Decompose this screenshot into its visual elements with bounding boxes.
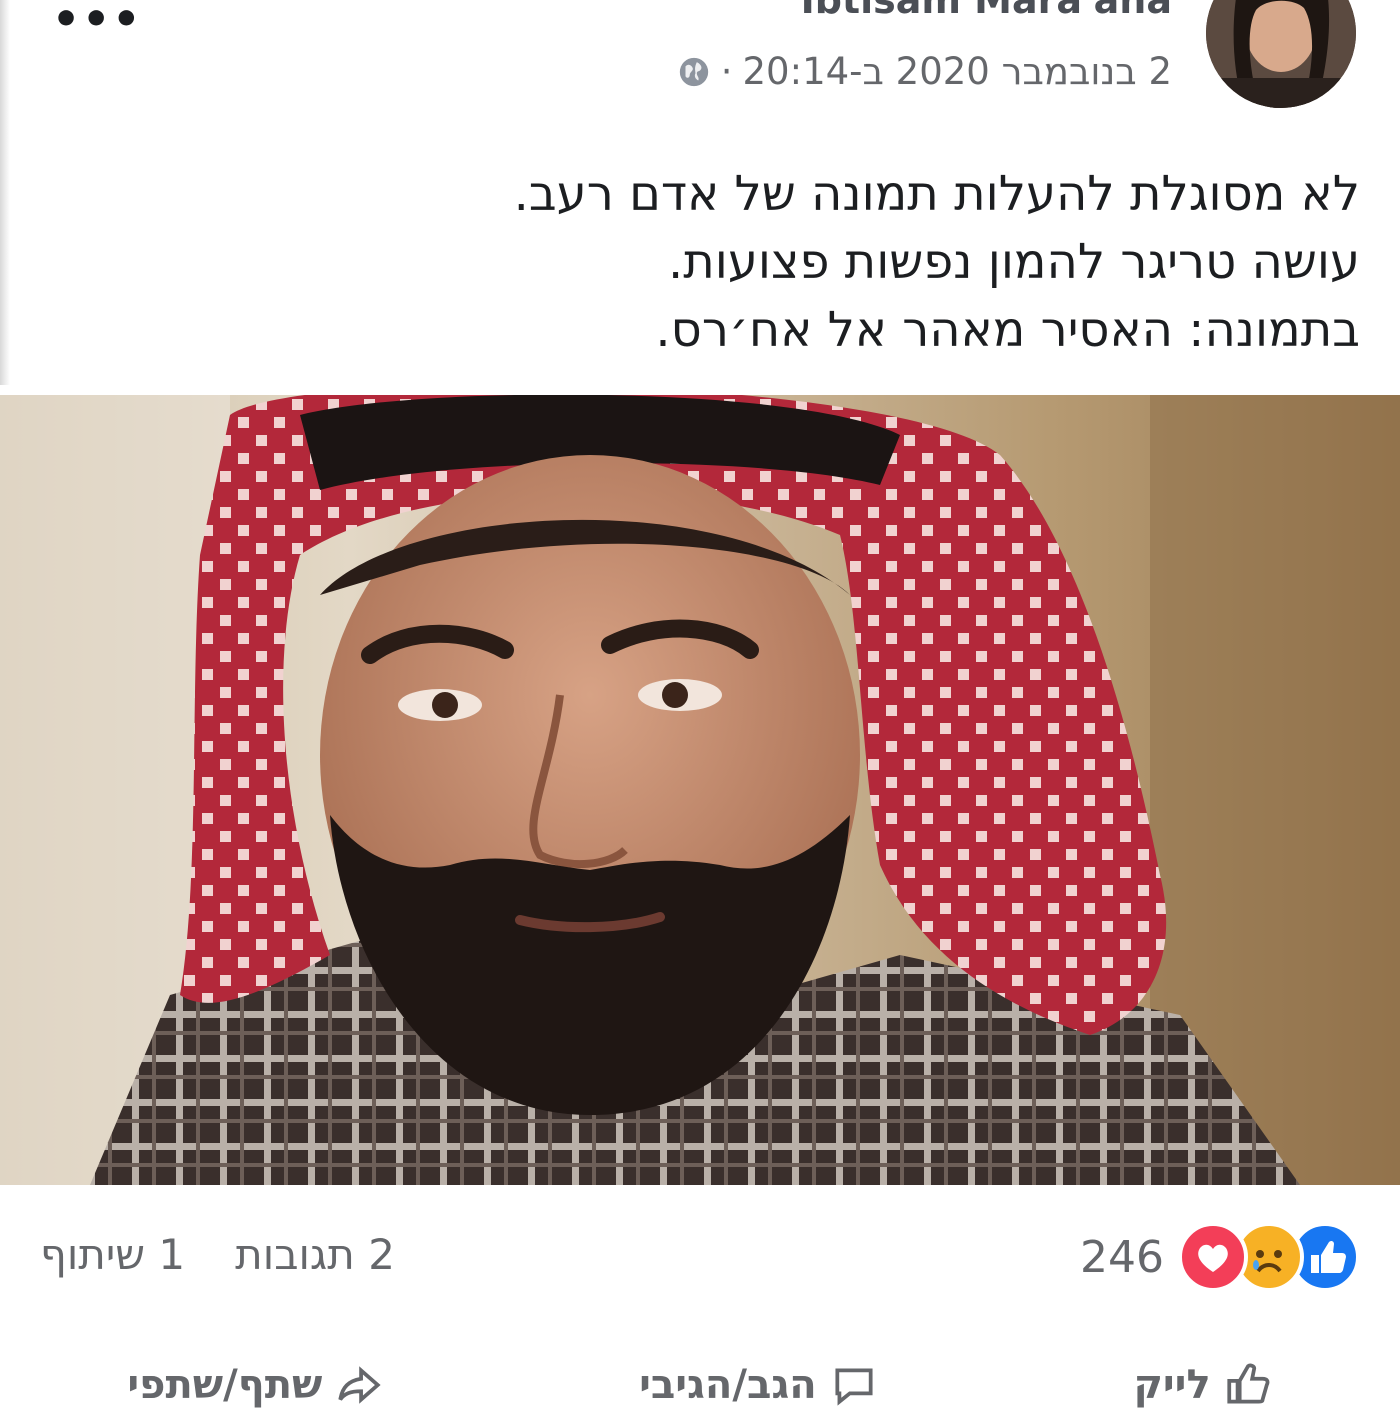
share-button-label: שתף/שתפי	[127, 1362, 323, 1408]
action-bar: לייק הגב/הגיבי שתף/שתפי	[0, 1355, 1400, 1415]
post-text: לא מסוגלת להעלות תמונה של אדם רעב. עושה …	[360, 160, 1360, 364]
engagement-stats: 2 תגובות 1 שיתוף	[40, 1230, 395, 1279]
more-options-button[interactable]: •••	[52, 0, 142, 42]
share-icon	[338, 1366, 381, 1404]
author-name[interactable]: Ibtisam Mara'ana	[801, 0, 1172, 22]
love-icon	[1178, 1222, 1248, 1292]
thumbs-up-icon	[1227, 1363, 1270, 1404]
author-avatar[interactable]	[1206, 0, 1356, 108]
post-text-line: בתמונה: האסיר מאהר אל אח׳רס.	[655, 302, 1360, 358]
comment-icon	[835, 1368, 873, 1406]
left-edge-shadow	[0, 0, 10, 385]
reaction-icons	[1178, 1222, 1360, 1292]
meta-separator: ·	[720, 50, 733, 93]
post-timestamp[interactable]: 2 בנובמבר 2020 ב-20:14	[743, 50, 1172, 93]
comments-count[interactable]: 2 תגובות	[235, 1230, 395, 1279]
comment-button[interactable]: הגב/הגיבי	[639, 1360, 879, 1410]
post-meta: 2 בנובמבר 2020 ב-20:14 ·	[677, 50, 1172, 93]
post-text-line: עושה טריגר להמון נפשות פצועות.	[667, 234, 1360, 290]
shares-count[interactable]: 1 שיתוף	[40, 1230, 185, 1279]
like-button-label: לייק	[1133, 1362, 1211, 1408]
globe-icon	[679, 57, 708, 86]
post-text-line: לא מסוגלת להעלות תמונה של אדם רעב.	[513, 166, 1360, 222]
reactions-bar[interactable]: 246	[1080, 1222, 1360, 1292]
share-button[interactable]: שתף/שתפי	[127, 1360, 384, 1410]
reaction-count: 246	[1080, 1231, 1164, 1283]
like-button[interactable]: לייק	[1133, 1360, 1272, 1410]
post-photo[interactable]	[0, 395, 1400, 1185]
comment-button-label: הגב/הגיבי	[639, 1362, 817, 1408]
